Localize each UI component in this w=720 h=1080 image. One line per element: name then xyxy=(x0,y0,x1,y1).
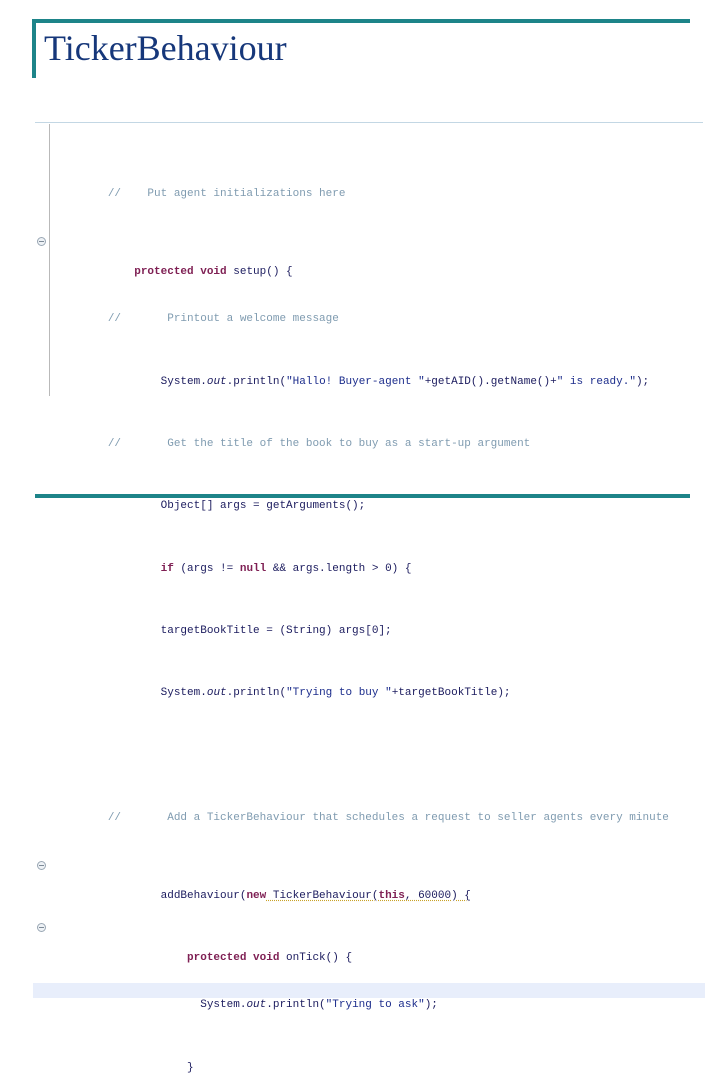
code-string: "Trying to ask" xyxy=(325,999,425,1012)
code-token: && args.length > 0) { xyxy=(266,562,412,575)
code-line: System.out.println("Hallo! Buyer-agent "… xyxy=(33,359,705,388)
code-string: "Trying to buy " xyxy=(286,687,392,700)
code-keyword: if xyxy=(160,562,174,575)
fold-collapse-icon[interactable] xyxy=(37,237,46,247)
code-token: System. xyxy=(107,687,207,700)
fold-collapse-icon[interactable] xyxy=(37,923,46,933)
code-token: .println( xyxy=(226,375,287,388)
code-line-list: // Put agent initializations here protec… xyxy=(33,125,705,1080)
code-line: targetBookTitle = (String) args[0]; xyxy=(33,608,705,637)
code-token: ); xyxy=(424,999,438,1012)
code-comment: // Get the title of the book to buy as a… xyxy=(107,437,531,450)
code-line: addBehaviour(new TickerBehaviour(this, 6… xyxy=(33,858,705,902)
code-token: .println( xyxy=(226,687,287,700)
code-token: System. xyxy=(107,999,247,1012)
code-token: addBehaviour( xyxy=(107,890,247,903)
code-token: +getAID().getName()+ xyxy=(424,375,557,388)
code-keyword: new xyxy=(246,890,267,903)
code-string: "Hallo! Buyer-agent " xyxy=(286,375,425,388)
code-line: if (args != null && args.length > 0) { xyxy=(33,546,705,575)
code-line: protected void setup() { xyxy=(33,234,705,278)
top-accent-rule xyxy=(32,19,690,23)
slide: TickerBehaviour // Put agent initializat… xyxy=(0,0,720,1074)
code-token: setup() { xyxy=(226,266,293,279)
code-line: // Put agent initializations here xyxy=(33,172,705,200)
code-comment: // Put agent initializations here xyxy=(107,188,346,201)
code-token: } xyxy=(107,1061,194,1074)
code-keyword: this xyxy=(378,890,405,903)
editor-top-divider xyxy=(35,122,703,123)
code-editor-pane: // Put agent initializations here protec… xyxy=(33,122,705,1074)
code-comment: // Add a TickerBehaviour that schedules … xyxy=(107,812,669,825)
code-token: ); xyxy=(635,375,650,388)
code-line: // Printout a welcome message xyxy=(33,297,705,325)
code-line: protected void onTick() { xyxy=(33,920,705,964)
fold-collapse-icon[interactable] xyxy=(37,860,46,870)
code-line: // Get the title of the book to buy as a… xyxy=(33,421,705,450)
bottom-accent-rule xyxy=(35,494,690,498)
code-line: System.out.println("Trying to buy "+targ… xyxy=(33,671,705,699)
code-comment: // Printout a welcome message xyxy=(107,313,339,326)
code-token: Object[] args = getArguments(); xyxy=(107,500,366,513)
code-token: +targetBookTitle); xyxy=(391,687,511,700)
page-title: TickerBehaviour xyxy=(44,28,287,68)
left-accent-bar xyxy=(32,19,36,78)
code-token: .println( xyxy=(266,999,326,1012)
code-token: System. xyxy=(107,375,207,388)
code-token: , 60000) { xyxy=(404,890,471,903)
code-token: (args != xyxy=(173,562,240,575)
code-line-highlighted: System.out.println("Trying to ask"); xyxy=(33,982,705,1011)
code-string: " is ready." xyxy=(556,375,636,388)
code-token: out xyxy=(206,687,227,700)
code-token: TickerBehaviour( xyxy=(266,890,379,903)
code-token: targetBookTitle = (String) args[0]; xyxy=(107,625,392,637)
code-keyword: protected void xyxy=(187,952,280,965)
code-token: out xyxy=(246,999,267,1012)
code-keyword: protected void xyxy=(134,266,227,279)
code-line: } xyxy=(33,1045,705,1074)
code-keyword: null xyxy=(239,562,267,575)
code-token: onTick() { xyxy=(279,952,353,965)
code-token: out xyxy=(206,375,227,388)
code-line: // Add a TickerBehaviour that schedules … xyxy=(33,796,705,824)
